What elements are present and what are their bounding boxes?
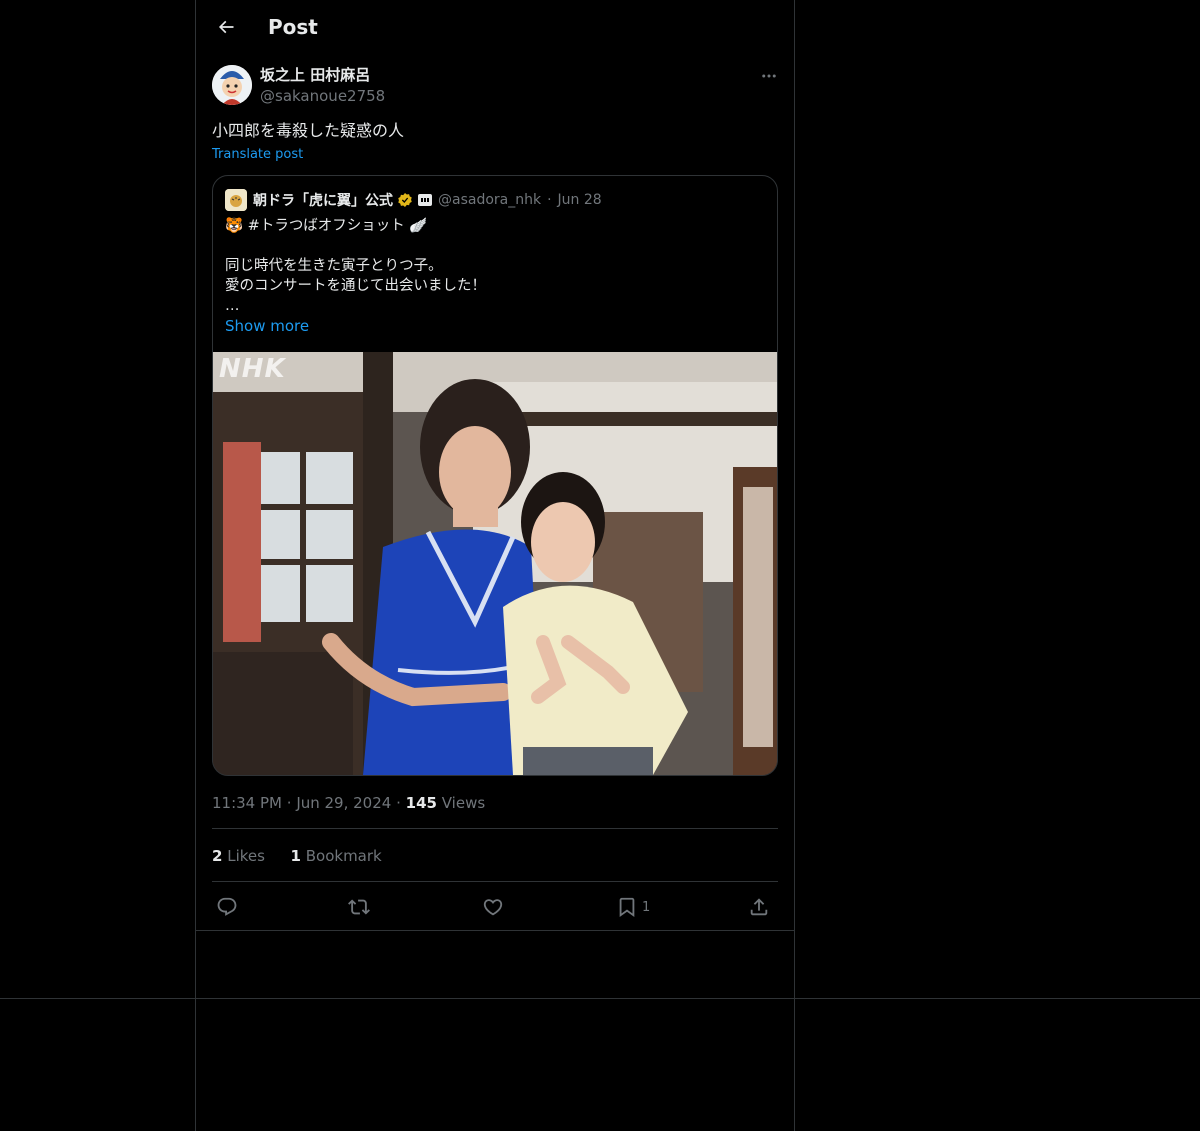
post-header: Post — [196, 0, 794, 54]
bookmark-button[interactable]: 1 — [616, 893, 650, 921]
post-stats: 2 Likes 1 Bookmark — [212, 846, 382, 866]
tiger-icon — [225, 189, 247, 211]
back-button[interactable] — [212, 13, 240, 41]
translate-post-link[interactable]: Translate post — [212, 146, 303, 164]
more-icon — [762, 74, 776, 78]
separator-dot: · — [547, 192, 552, 208]
likes-label: Likes — [227, 847, 265, 865]
affiliation-badge-icon — [418, 194, 432, 206]
quoted-handle[interactable]: @asadora_nhk — [438, 192, 541, 208]
post-meta: 11:34 PM · Jun 29, 2024 · 145 Views — [212, 793, 485, 813]
quoted-post-image[interactable]: NHK — [213, 352, 777, 775]
bookmarks-count: 1 — [290, 847, 301, 865]
bookmark-count: 1 — [642, 899, 651, 915]
retweet-icon — [348, 899, 370, 915]
bookmark-icon — [619, 897, 635, 918]
quoted-post-text: 🐯 #トラつばオフショット 🪽 同じ時代を生きた寅子とりつ子。 愛のコンサートを… — [225, 218, 486, 314]
separator-dot: · — [396, 794, 406, 812]
avatar[interactable] — [212, 65, 252, 105]
reply-button[interactable] — [216, 893, 238, 921]
author-display-name[interactable]: 坂之上 田村麻呂 — [260, 65, 370, 85]
bookmarks-label: Bookmark — [305, 847, 382, 865]
primary-column: Post 坂之上 田村麻呂 @sakanoue2758 小四郎を毒殺した疑惑の人… — [195, 0, 795, 1131]
show-more-link[interactable]: Show more — [225, 316, 309, 336]
author-handle[interactable]: @sakanoue2758 — [260, 86, 385, 106]
retweet-button[interactable] — [348, 893, 370, 921]
views-count: 145 — [405, 794, 437, 812]
more-options-button[interactable] — [756, 64, 782, 88]
views-label: Views — [441, 794, 486, 812]
divider — [212, 881, 778, 882]
likes-stat[interactable]: 2 Likes — [212, 847, 265, 865]
likes-count: 2 — [212, 847, 223, 865]
bookmarks-stat[interactable]: 1 Bookmark — [291, 847, 382, 865]
post-date[interactable]: Jun 29, 2024 — [296, 794, 391, 812]
reply-icon — [217, 897, 237, 916]
back-arrow-icon — [218, 20, 234, 34]
divider — [212, 828, 778, 829]
like-icon — [483, 899, 503, 916]
nhk-watermark: NHK — [219, 354, 286, 384]
action-bar: 1 — [212, 893, 778, 921]
quoted-avatar[interactable] — [225, 189, 247, 211]
post-time[interactable]: 11:34 PM — [212, 794, 282, 812]
quoted-date[interactable]: Jun 28 — [558, 192, 602, 208]
quoted-display-name[interactable]: 朝ドラ「虎に翼」公式 — [253, 190, 393, 210]
post-text: 小四郎を毒殺した疑惑の人 — [212, 121, 405, 140]
quoted-post-header: 朝ドラ「虎に翼」公式 @asadora_nhk · Jun 28 — [225, 188, 602, 212]
separator-dot: · — [286, 794, 297, 812]
share-icon — [750, 898, 768, 916]
verified-badge-icon — [397, 192, 413, 208]
page-title: Post — [268, 15, 318, 39]
divider — [196, 930, 794, 931]
avatar-image — [212, 65, 252, 105]
like-button[interactable] — [482, 893, 504, 921]
quoted-post[interactable]: 朝ドラ「虎に翼」公式 @asadora_nhk · Jun 28 🐯 #トラつば… — [212, 175, 778, 776]
share-button[interactable] — [748, 893, 770, 921]
